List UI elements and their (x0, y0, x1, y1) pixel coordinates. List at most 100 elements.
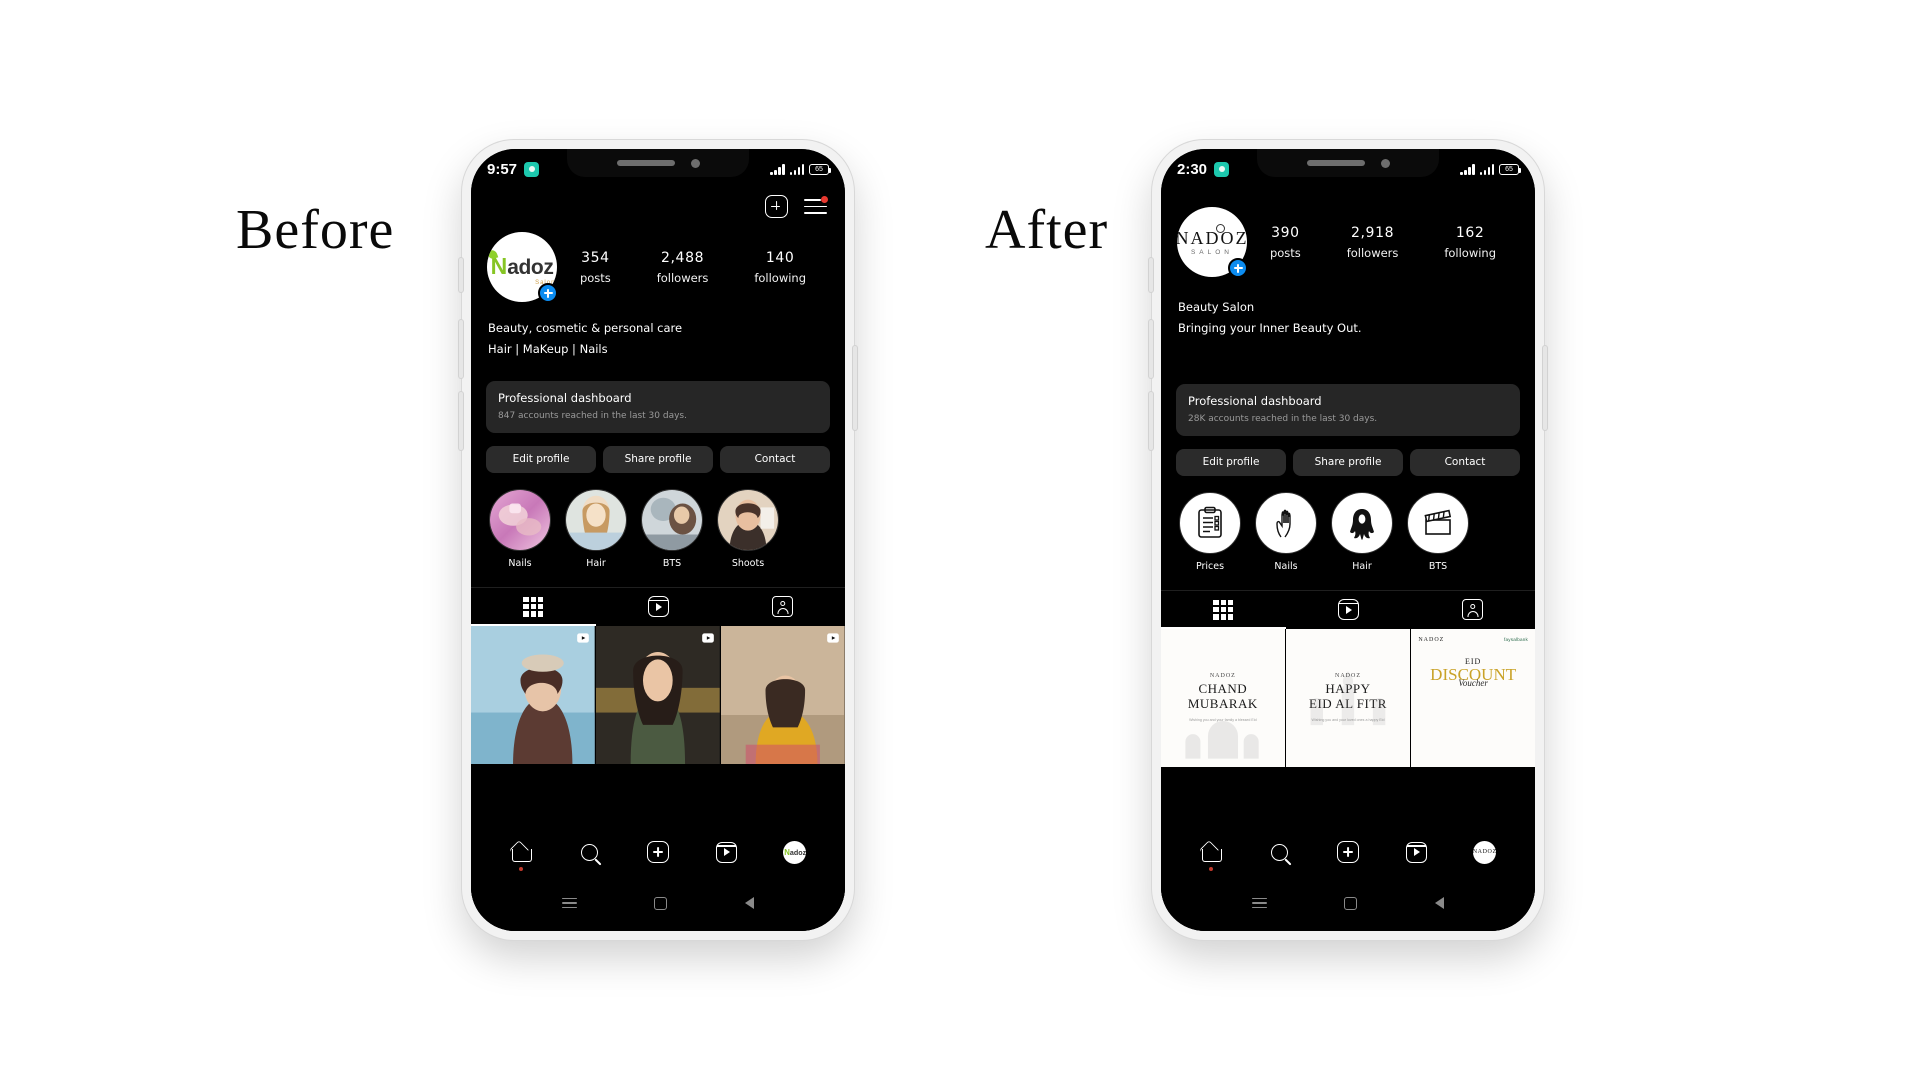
post-cell[interactable] (471, 625, 595, 765)
add-story-badge[interactable] (1228, 258, 1248, 278)
profile-tabs-before (471, 586, 845, 626)
logo-initial: N (490, 253, 508, 280)
camera-icon (1214, 161, 1230, 177)
home-icon (1200, 842, 1223, 862)
post-cell[interactable]: NADOZ faysalbank EID DISCOUNT Voucher (1411, 628, 1535, 768)
volume-up-button[interactable] (1149, 320, 1153, 378)
profile-row-after: NADOZ SALON 390 posts 2,918 followers 16… (1161, 189, 1535, 278)
contact-button[interactable]: Contact (1410, 448, 1520, 476)
volume-down-button[interactable] (459, 392, 463, 450)
highlight-label: Shoots (731, 557, 765, 569)
nav-add[interactable] (1335, 840, 1360, 865)
battery-icon: 65 (1499, 163, 1521, 175)
highlight-bts[interactable]: BTS (641, 488, 703, 569)
bio-before: Beauty, cosmetic & personal care Hair | … (471, 302, 845, 361)
stat-followers[interactable]: 2,918 followers (1347, 225, 1399, 260)
add-story-badge[interactable] (538, 283, 558, 303)
earpiece-speaker (616, 160, 675, 166)
power-button[interactable] (853, 346, 857, 430)
signal-secondary-icon (789, 163, 804, 175)
post-voucher-script: Voucher (1458, 677, 1488, 688)
mute-switch[interactable] (459, 258, 463, 292)
post-cell[interactable]: NADOZ CHAND MUBARAK Wishing you and your… (1161, 628, 1285, 768)
stat-followers-count: 2,918 (1351, 224, 1395, 241)
ring-icon (1216, 223, 1225, 233)
highlight-bts[interactable]: BTS (1407, 491, 1469, 572)
grid-icon (523, 596, 544, 617)
post-cell[interactable] (596, 625, 720, 765)
nav-reels[interactable] (714, 840, 739, 865)
stat-followers-label: followers (1346, 245, 1399, 260)
nav-profile[interactable]: NADOZ (1472, 840, 1497, 865)
post-cell[interactable] (721, 625, 845, 765)
volume-up-button[interactable] (459, 320, 463, 378)
highlight-label: BTS (1428, 560, 1448, 572)
mute-switch[interactable] (1149, 258, 1153, 292)
highlight-shoots[interactable]: Shoots (717, 488, 779, 569)
avatar[interactable]: N adoz Salon (487, 232, 558, 303)
share-profile-button[interactable]: Share profile (603, 445, 713, 473)
nav-search[interactable] (1267, 840, 1292, 865)
nav-reels[interactable] (1404, 840, 1429, 865)
professional-dashboard-card-after[interactable]: Professional dashboard 28K accounts reac… (1176, 383, 1520, 436)
tab-reels[interactable] (596, 588, 721, 626)
nav-add[interactable] (645, 840, 670, 865)
highlight-cover (1331, 491, 1393, 554)
android-home-icon[interactable] (1344, 896, 1358, 910)
tab-tagged[interactable] (1410, 591, 1535, 629)
highlight-nails[interactable]: Nails (1255, 491, 1317, 572)
hamburger-menu-icon[interactable] (804, 196, 828, 215)
stat-followers[interactable]: 2,488 followers (657, 250, 709, 285)
android-back-icon[interactable] (745, 897, 755, 909)
stat-posts[interactable]: 354 posts (580, 250, 611, 285)
highlight-hair[interactable]: Hair (565, 488, 627, 569)
avatar[interactable]: NADOZ SALON (1177, 207, 1248, 278)
post-grid-before (471, 625, 845, 765)
dashboard-title: Professional dashboard (498, 390, 632, 405)
highlight-hair[interactable]: Hair (1331, 491, 1393, 572)
add-post-icon[interactable] (765, 195, 788, 218)
stat-following[interactable]: 140 following (754, 250, 806, 285)
clapperboard-icon (1424, 509, 1452, 535)
nav-search[interactable] (577, 840, 602, 865)
power-button[interactable] (1543, 346, 1547, 430)
nav-home[interactable] (509, 840, 534, 871)
recent-apps-icon[interactable] (561, 897, 577, 909)
stat-posts-label: posts (579, 270, 611, 285)
tab-grid[interactable] (471, 588, 596, 626)
nav-home[interactable] (1199, 840, 1224, 871)
android-back-icon[interactable] (1435, 897, 1445, 909)
highlight-nails[interactable]: Nails (489, 488, 551, 569)
stat-posts[interactable]: 390 posts (1270, 225, 1301, 260)
stat-following[interactable]: 162 following (1444, 225, 1496, 260)
android-home-icon[interactable] (654, 896, 668, 910)
caption-before: Before (236, 199, 395, 261)
volume-down-button[interactable] (1149, 392, 1153, 450)
tab-grid[interactable] (1161, 591, 1286, 629)
logo-rest: adoz (507, 255, 554, 279)
edit-profile-button[interactable]: Edit profile (486, 445, 596, 473)
tab-tagged[interactable] (720, 588, 845, 626)
tab-reels[interactable] (1286, 591, 1411, 629)
front-camera (1380, 158, 1390, 168)
app-header-before (471, 189, 845, 222)
contact-button[interactable]: Contact (720, 445, 830, 473)
android-nav-bar-before (471, 875, 845, 931)
stats-row-before: 354 posts 2,488 followers 140 following (557, 250, 829, 285)
add-icon (1336, 841, 1359, 863)
action-buttons-before: Edit profile Share profile Contact (471, 433, 845, 473)
professional-dashboard-card-before[interactable]: Professional dashboard 847 accounts reac… (486, 380, 830, 433)
nav-profile[interactable]: Nadoz (782, 840, 807, 865)
search-icon (1271, 843, 1289, 861)
stat-following-count: 162 (1455, 224, 1485, 241)
tagged-icon (1462, 599, 1484, 621)
edit-profile-button[interactable]: Edit profile (1176, 448, 1286, 476)
notch (1257, 149, 1439, 177)
bio-line-1: Beauty, cosmetic & personal care (488, 321, 683, 335)
post-cell[interactable]: NADOZ HAPPY EID AL FITR Wishing you and … (1286, 628, 1410, 768)
highlight-prices[interactable]: Prices (1179, 491, 1241, 572)
hand-nails-icon (1276, 509, 1291, 537)
status-time: 2:30 (1177, 160, 1208, 178)
recent-apps-icon[interactable] (1251, 897, 1267, 909)
share-profile-button[interactable]: Share profile (1293, 448, 1403, 476)
